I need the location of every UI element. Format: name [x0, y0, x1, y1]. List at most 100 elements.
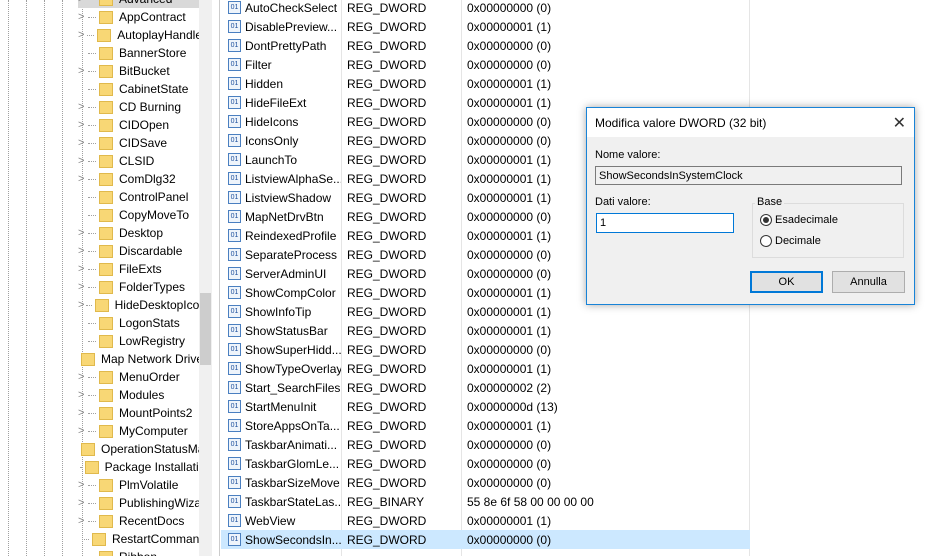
value-row[interactable]: 01 Hidden REG_DWORD 0x00000001 (1) — [221, 74, 750, 93]
tree-item[interactable]: > BitBucket — [78, 62, 212, 80]
value-row[interactable]: 01 DontPrettyPath REG_DWORD 0x00000000 (0) — [221, 36, 750, 55]
pane-splitter[interactable] — [212, 0, 220, 556]
decimal-radio[interactable]: Decimale — [760, 235, 821, 247]
chevron-right-icon[interactable]: > — [78, 101, 88, 113]
value-row[interactable]: 01 ShowSuperHidd... REG_DWORD 0x00000000 (0… — [221, 340, 750, 359]
chevron-right-icon[interactable]: > — [78, 299, 86, 311]
tree-scrollbar-thumb[interactable] — [200, 293, 211, 365]
chevron-right-icon[interactable]: > — [78, 425, 88, 437]
tree-item[interactable]: ControlPanel — [78, 188, 212, 206]
value-row[interactable]: 01 Filter REG_DWORD 0x00000000 (0) — [221, 55, 750, 74]
chevron-right-icon[interactable]: > — [78, 65, 88, 77]
tree-item[interactable]: > CIDSave — [78, 134, 212, 152]
tree-item[interactable]: LowRegistry — [78, 332, 212, 350]
chevron-right-icon[interactable]: > — [78, 11, 88, 23]
value-row[interactable]: 01 StoreAppsOnTa... REG_DWORD 0x00000001 (1… — [221, 416, 750, 435]
tree-item[interactable]: > Desktop — [78, 224, 212, 242]
tree-item[interactable]: > Advanced — [78, 0, 212, 8]
chevron-right-icon[interactable]: > — [78, 371, 88, 383]
value-row[interactable]: 01 TaskbarAnimati... REG_DWORD 0x00000000 (… — [221, 435, 750, 454]
tree-item-label: LogonStats — [119, 316, 180, 330]
chevron-right-icon[interactable]: > — [78, 245, 88, 257]
folder-icon — [99, 118, 113, 132]
chevron-right-icon[interactable]: > — [78, 227, 88, 239]
value-row[interactable]: 01 DisablePreview... REG_DWORD 0x00000001 (… — [221, 17, 750, 36]
value-name: WebView — [245, 513, 296, 528]
hexadecimal-radio[interactable]: Esadecimale — [760, 214, 838, 226]
value-data: 0x00000002 (2) — [467, 380, 552, 395]
tree-item[interactable]: Package Installation — [78, 458, 212, 476]
tree-item[interactable]: CopyMoveTo — [78, 206, 212, 224]
chevron-right-icon[interactable]: > — [78, 515, 88, 527]
chevron-right-icon[interactable]: > — [78, 0, 88, 5]
tree-item[interactable]: > FileExts — [78, 260, 212, 278]
tree-item[interactable]: > PublishingWizard — [78, 494, 212, 512]
tree-item[interactable]: > CD Burning — [78, 98, 212, 116]
chevron-right-icon[interactable]: > — [78, 137, 88, 149]
value-data: 0x00000000 (0) — [467, 475, 552, 490]
tree-item[interactable]: > ComDlg32 — [78, 170, 212, 188]
tree-item[interactable]: > RecentDocs — [78, 512, 212, 530]
tree-item-label: HideDesktopIcons — [114, 298, 212, 312]
value-name: ShowTypeOverlay — [245, 361, 341, 376]
folder-icon — [99, 370, 113, 384]
binary-value-icon: 01 — [228, 362, 241, 375]
value-row[interactable]: 01 TaskbarStateLas... REG_BINARY 55 8e 6f 5… — [221, 492, 750, 511]
value-row[interactable]: 01 TaskbarSizeMove REG_DWORD 0x00000000 (0) — [221, 473, 750, 492]
tree-item[interactable]: > MountPoints2 — [78, 404, 212, 422]
close-icon[interactable]: ✕ — [893, 113, 906, 133]
tree-item[interactable]: Ribbon — [78, 548, 212, 556]
chevron-right-icon[interactable]: > — [78, 479, 88, 491]
value-name: MapNetDrvBtn — [245, 209, 324, 224]
chevron-right-icon[interactable]: > — [78, 119, 88, 131]
value-row[interactable]: 01 TaskbarGlomLe... REG_DWORD 0x00000000 (0… — [221, 454, 750, 473]
tree-item[interactable]: > FolderTypes — [78, 278, 212, 296]
tree-item[interactable]: > Modules — [78, 386, 212, 404]
key-tree[interactable]: > Advanced > AppContract > AutoplayHandlers Ba… — [0, 0, 212, 556]
value-row[interactable]: 01 AutoCheckSelect REG_DWORD 0x00000000 (0) — [221, 0, 750, 17]
tree-item[interactable]: LogonStats — [78, 314, 212, 332]
chevron-right-icon[interactable]: > — [78, 389, 88, 401]
ok-button[interactable]: OK — [750, 271, 823, 293]
chevron-right-icon[interactable]: > — [78, 263, 88, 275]
chevron-right-icon[interactable]: > — [78, 155, 88, 167]
tree-item[interactable]: RestartCommands — [78, 530, 212, 548]
dialog-title: Modifica valore DWORD (32 bit) — [595, 115, 767, 130]
tree-item-label: MountPoints2 — [119, 406, 193, 420]
tree-item[interactable]: OperationStatusManager — [78, 440, 212, 458]
value-row[interactable]: 01 ShowStatusBar REG_DWORD 0x00000001 (1) — [221, 321, 750, 340]
binary-value-icon: 01 — [228, 96, 241, 109]
tree-item[interactable]: > MenuOrder — [78, 368, 212, 386]
tree-item[interactable]: BannerStore — [78, 44, 212, 62]
tree-item[interactable]: > CIDOpen — [78, 116, 212, 134]
tree-item[interactable]: > Discardable — [78, 242, 212, 260]
tree-item[interactable]: > MyComputer — [78, 422, 212, 440]
value-type: REG_DWORD — [347, 513, 427, 528]
binary-value-icon: 01 — [228, 381, 241, 394]
chevron-right-icon[interactable]: > — [78, 29, 87, 41]
chevron-right-icon[interactable]: > — [78, 173, 88, 185]
tree-item[interactable]: > PlmVolatile — [78, 476, 212, 494]
value-row[interactable]: 01 StartMenuInit REG_DWORD 0x0000000d (13) — [221, 397, 750, 416]
folder-icon — [99, 316, 113, 330]
value-row[interactable]: 01 ShowSecondsIn... REG_DWORD 0x00000000 (0… — [221, 530, 750, 549]
tree-item[interactable]: > HideDesktopIcons — [78, 296, 212, 314]
value-row[interactable]: 01 ShowTypeOverlay REG_DWORD 0x00000001 (1) — [221, 359, 750, 378]
value-row[interactable]: 01 WebView REG_DWORD 0x00000001 (1) — [221, 511, 750, 530]
value-name: ShowSecondsIn... — [245, 532, 341, 547]
tree-item[interactable]: > CLSID — [78, 152, 212, 170]
value-data-input[interactable]: 1 — [596, 213, 734, 233]
chevron-right-icon[interactable]: > — [78, 407, 88, 419]
chevron-right-icon[interactable]: > — [78, 281, 88, 293]
tree-item[interactable]: > AutoplayHandlers — [78, 26, 212, 44]
tree-scrollbar[interactable] — [199, 0, 212, 556]
dialog-titlebar[interactable]: Modifica valore DWORD (32 bit) ✕ — [587, 108, 914, 137]
binary-value-icon: 01 — [228, 115, 241, 128]
tree-item[interactable]: CabinetState — [78, 80, 212, 98]
tree-item[interactable]: > AppContract — [78, 8, 212, 26]
tree-item[interactable]: Map Network Drive MRU — [78, 350, 212, 368]
cancel-button[interactable]: Annulla — [832, 271, 905, 293]
tree-connector — [88, 196, 96, 198]
value-row[interactable]: 01 Start_SearchFiles REG_DWORD 0x00000002 (… — [221, 378, 750, 397]
chevron-right-icon[interactable]: > — [78, 497, 88, 509]
